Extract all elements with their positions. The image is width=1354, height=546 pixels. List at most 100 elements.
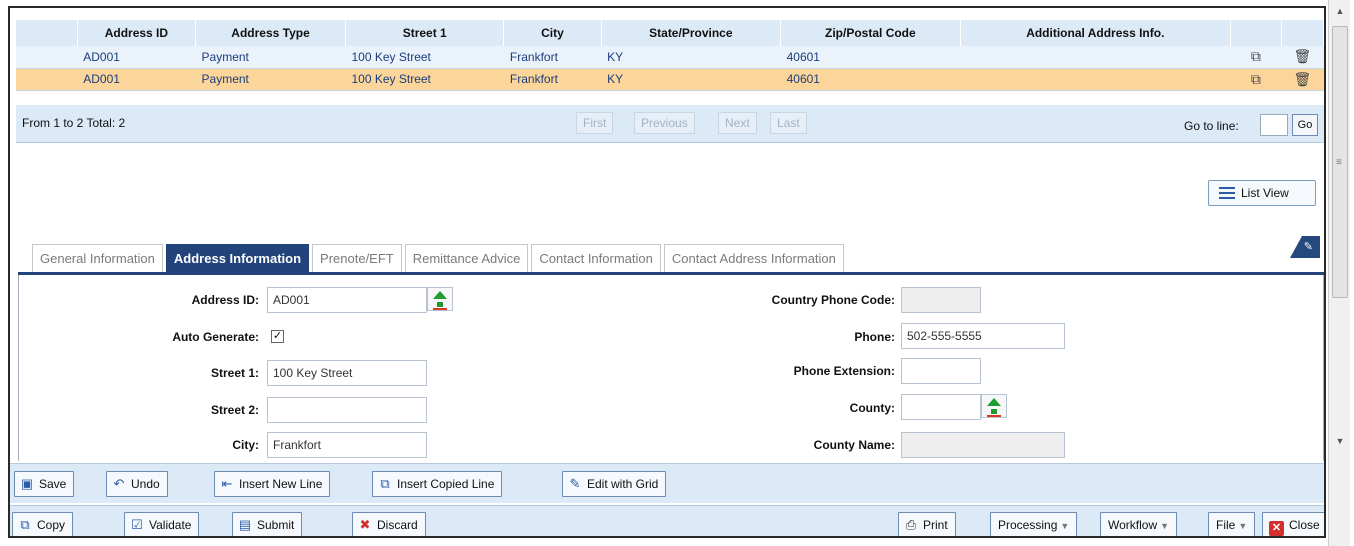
edit-with-grid-button[interactable]: ✎ Edit with Grid xyxy=(562,471,667,497)
city-field[interactable]: Frankfort xyxy=(267,432,427,458)
cell-state: KY xyxy=(601,68,781,91)
grid-pager: From 1 to 2 Total: 2 First Previous Next… xyxy=(16,105,1324,143)
list-view-button[interactable]: List View xyxy=(1208,180,1316,206)
auto-generate-checkbox[interactable]: ✓ xyxy=(271,330,284,343)
pager-total: From 1 to 2 Total: 2 xyxy=(22,116,126,130)
phone-field[interactable]: 502-555-5555 xyxy=(901,323,1065,349)
save-label: Save xyxy=(39,477,67,491)
tab-general-information[interactable]: General Information xyxy=(32,244,163,272)
country-phone-code-label: Country Phone Code: xyxy=(771,293,895,307)
scroll-grip-icon: ≡ xyxy=(1336,157,1342,168)
country-phone-code-field xyxy=(901,287,981,313)
goto-line-input[interactable] xyxy=(1260,114,1288,136)
document-toolbar: ⧉ Copy ☑ Validate ▤ Submit ✖ Discard ⎙ Print … xyxy=(10,505,1324,536)
phone-extension-label: Phone Extension: xyxy=(793,364,895,378)
row-select-cell[interactable] xyxy=(16,46,78,69)
go-button[interactable]: Go xyxy=(1292,114,1318,136)
edit-with-grid-label: Edit with Grid xyxy=(587,477,659,491)
tab-contact-address-information[interactable]: Contact Address Information xyxy=(663,244,844,272)
copy-doc-icon: ⧉ xyxy=(20,517,30,532)
cell-zip: 40601 xyxy=(780,46,961,69)
cell-info xyxy=(960,46,1231,69)
county-lookup-icon[interactable] xyxy=(981,394,1007,418)
pager-first-button[interactable]: First xyxy=(576,112,614,134)
close-icon: ✕ xyxy=(1269,521,1284,536)
main-frame: Address ID Address Type Street 1 City St… xyxy=(8,6,1326,538)
street1-field[interactable]: 100 Key Street xyxy=(267,360,427,386)
tab-remittance-advice[interactable]: Remittance Advice xyxy=(404,244,529,272)
cell-city: Frankfort xyxy=(503,68,602,91)
street2-field[interactable] xyxy=(267,397,427,423)
validate-label: Validate xyxy=(149,518,192,532)
print-button[interactable]: ⎙ Print xyxy=(898,512,956,536)
floppy-icon: ▣ xyxy=(20,476,34,491)
grid-header-address-id[interactable]: Address ID xyxy=(77,20,197,46)
county-field[interactable] xyxy=(901,394,981,420)
pin-icon[interactable]: ✎ xyxy=(1290,236,1320,258)
pager-last-button[interactable]: Last xyxy=(770,112,807,134)
row-select-cell[interactable] xyxy=(16,68,78,91)
scroll-down-icon[interactable]: ▼ xyxy=(1329,432,1351,450)
county-name-label: County Name: xyxy=(813,438,895,452)
grid-header-select xyxy=(16,20,78,46)
grid-header-row: Address ID Address Type Street 1 City St… xyxy=(16,20,1324,46)
undo-button[interactable]: ↶ Undo xyxy=(106,471,168,497)
tab-prenote-eft[interactable]: Prenote/EFT xyxy=(312,244,402,272)
print-label: Print xyxy=(923,518,948,532)
upload-icon[interactable] xyxy=(427,287,453,311)
grid-header-city[interactable]: City xyxy=(503,20,602,46)
grid-header-address-type[interactable]: Address Type xyxy=(195,20,346,46)
trash-icon[interactable]: 🗑 xyxy=(1281,46,1324,69)
pager-next-button[interactable]: Next xyxy=(718,112,757,134)
grid-header-copy xyxy=(1230,20,1282,46)
copy-button[interactable]: ⧉ Copy xyxy=(12,512,74,536)
grid-header-zip[interactable]: Zip/Postal Code xyxy=(780,20,961,46)
processing-menu-button[interactable]: Processing ▼ xyxy=(990,512,1078,536)
insert-copied-line-button[interactable]: ⧉ Insert Copied Line xyxy=(372,471,503,497)
grid-header-street1[interactable]: Street 1 xyxy=(345,20,505,46)
chevron-down-icon: ▼ xyxy=(1160,521,1170,531)
address-grid: Address ID Address Type Street 1 City St… xyxy=(16,20,1324,91)
cell-city: Frankfort xyxy=(503,46,602,69)
table-row[interactable]: AD001 Payment 100 Key Street Frankfort K… xyxy=(16,46,1324,69)
grid-header-state[interactable]: State/Province xyxy=(601,20,782,46)
chevron-down-icon: ▼ xyxy=(1060,521,1070,531)
street2-label: Street 2: xyxy=(210,403,259,417)
printer-icon: ⎙ xyxy=(905,517,917,532)
list-icon xyxy=(1219,187,1235,199)
pager-previous-button[interactable]: Previous xyxy=(634,112,695,134)
copy-icon[interactable]: ⧉ xyxy=(1230,46,1282,69)
submit-label: Submit xyxy=(257,518,295,532)
list-view-label: List View xyxy=(1241,186,1289,200)
cell-address-type: Payment xyxy=(195,46,346,69)
address-id-field[interactable]: AD001 xyxy=(267,287,427,313)
edit-grid-icon: ✎ xyxy=(569,476,581,491)
insert-new-line-button[interactable]: ⇤ Insert New Line xyxy=(214,471,331,497)
workflow-label: Workflow xyxy=(1108,518,1158,532)
copy-icon[interactable]: ⧉ xyxy=(1230,68,1282,91)
tab-address-information[interactable]: Address Information xyxy=(165,244,310,272)
county-name-field xyxy=(901,432,1065,458)
submit-button[interactable]: ▤ Submit xyxy=(232,512,303,536)
vertical-scrollbar[interactable]: ▲ ≡ ▼ xyxy=(1328,0,1350,546)
processing-label: Processing xyxy=(998,518,1058,532)
submit-icon: ▤ xyxy=(238,517,252,532)
scroll-up-icon[interactable]: ▲ xyxy=(1329,2,1351,20)
save-button[interactable]: ▣ Save xyxy=(14,471,75,497)
address-form: Address ID: AD001 Auto Generate: ✓ Stree… xyxy=(18,275,1324,461)
grid-header-info[interactable]: Additional Address Info. xyxy=(960,20,1231,46)
validate-button[interactable]: ☑ Validate xyxy=(124,512,200,536)
validate-icon: ☑ xyxy=(131,517,143,532)
file-menu-button[interactable]: File ▼ xyxy=(1208,512,1256,536)
table-row[interactable]: AD001 Payment 100 Key Street Frankfort K… xyxy=(16,68,1324,91)
cell-zip: 40601 xyxy=(780,68,961,91)
auto-generate-label: Auto Generate: xyxy=(172,330,259,344)
trash-icon[interactable]: 🗑 xyxy=(1281,68,1324,91)
close-button[interactable]: ✕ Close xyxy=(1262,512,1324,536)
workflow-menu-button[interactable]: Workflow ▼ xyxy=(1100,512,1178,536)
cell-address-type: Payment xyxy=(195,68,346,91)
discard-button[interactable]: ✖ Discard xyxy=(352,512,426,536)
cell-address-id: AD001 xyxy=(77,46,196,69)
tab-contact-information[interactable]: Contact Information xyxy=(531,244,661,272)
phone-extension-field[interactable] xyxy=(901,358,981,384)
